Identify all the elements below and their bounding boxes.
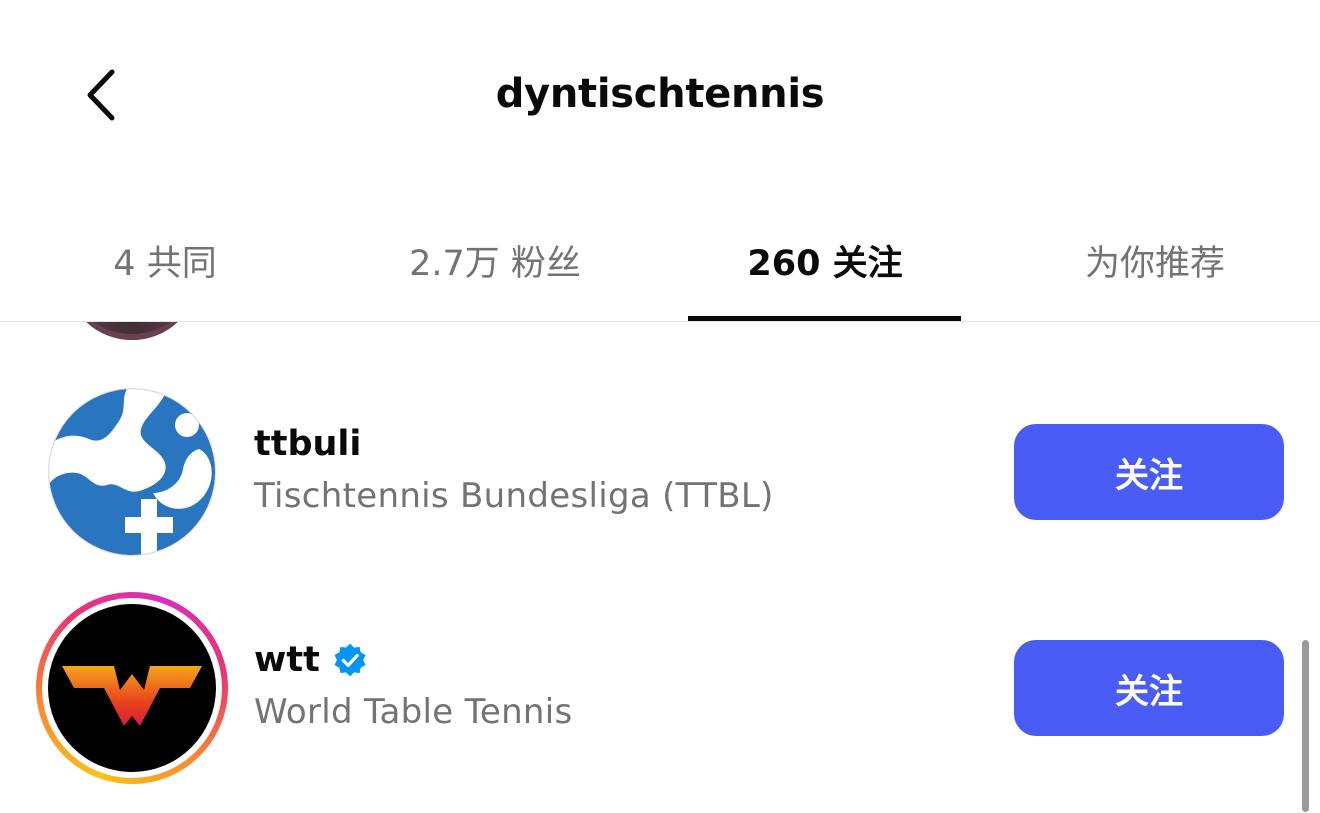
verified-badge-icon [334, 643, 366, 677]
following-list-screen: dyntischtennis 4 共同 2.7万 粉丝 260 关注 为你推荐 [0, 0, 1320, 813]
username-row[interactable]: ttbuli [254, 424, 361, 464]
list-item[interactable]: wtt World Table Tennis 关注 [0, 588, 1320, 788]
ttbl-logo-icon [49, 389, 215, 555]
avatar[interactable] [48, 604, 216, 772]
username[interactable]: ttbuli [254, 424, 361, 464]
follow-button[interactable]: 关注 [1014, 640, 1284, 736]
page-title: dyntischtennis [495, 71, 825, 117]
list-item[interactable]: ttbuli Tischtennis Bundesliga (TTBL) 关注 [0, 372, 1320, 572]
scrollbar[interactable] [1302, 640, 1309, 812]
tab-following[interactable]: 260 关注 [660, 222, 990, 322]
follow-button[interactable]: 关注 [1014, 424, 1284, 520]
tab-mutual[interactable]: 4 共同 [0, 222, 330, 322]
active-tab-indicator [688, 316, 961, 321]
tab-suggested[interactable]: 为你推荐 [990, 222, 1320, 322]
following-list[interactable]: ttbuli Tischtennis Bundesliga (TTBL) 关注 [0, 322, 1320, 813]
full-name: Tischtennis Bundesliga (TTBL) [254, 476, 774, 516]
tab-followers[interactable]: 2.7万 粉丝 [330, 222, 660, 322]
full-name: World Table Tennis [254, 692, 573, 732]
username-row[interactable]: wtt [254, 640, 368, 680]
wtt-logo-icon [62, 666, 202, 726]
tab-bar: 4 共同 2.7万 粉丝 260 关注 为你推荐 [0, 222, 1320, 322]
username[interactable]: wtt [254, 640, 320, 680]
avatar[interactable] [68, 322, 196, 340]
avatar[interactable] [48, 388, 216, 556]
